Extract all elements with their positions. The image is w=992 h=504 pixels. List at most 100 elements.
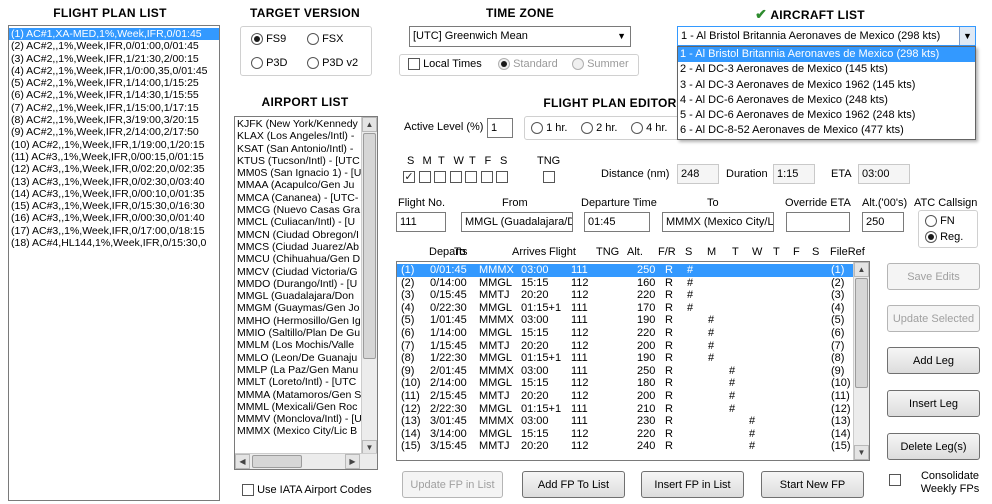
flight-plan-item[interactable]: (1) AC#1,XA-MED,1%,Week,IFR,0/01:45 <box>9 28 219 41</box>
airport-list-hscroll[interactable]: ◀ ▶ <box>235 453 377 469</box>
airport-item[interactable]: MMMX (Mexico City/Lic B <box>235 425 361 437</box>
airport-item[interactable]: MMAA (Acapulco/Gen Ju <box>235 179 361 191</box>
flight-plan-item[interactable]: (14) AC#3,,1%,Week,IFR,0/00:10,0/01:35 <box>9 188 219 200</box>
flight-plan-item[interactable]: (17) AC#3,,1%,Week,IFR,0/17:00,0/18:15 <box>9 225 219 237</box>
legs-table-row[interactable]: (9) 2/01:45 MMMX 03:00 111 250 R (9) # <box>397 365 853 378</box>
radio-p3d[interactable]: P3D <box>251 57 287 70</box>
flight-plan-list[interactable]: (1) AC#1,XA-MED,1%,Week,IFR,0/01:45 (2) A… <box>8 25 220 501</box>
legs-vscroll[interactable]: ▲ ▼ <box>853 262 869 460</box>
airport-item[interactable]: KSAT (San Antonio/Intl) - <box>235 143 361 155</box>
airport-item[interactable]: MMGM (Guaymas/Gen Jo <box>235 302 361 314</box>
altitude-input[interactable]: 250 <box>862 212 904 232</box>
legs-table-row[interactable]: (1) 0/01:45 MMMX 03:00 111 250 R (1) # <box>397 264 853 277</box>
airport-item[interactable]: MMGL (Guadalajara/Don <box>235 290 361 302</box>
airport-item[interactable]: MMCL (Culiacan/Intl) - [U <box>235 216 361 228</box>
insert-leg-button[interactable]: Insert Leg <box>887 390 980 417</box>
aircraft-option[interactable]: 3 - Al DC-3 Aeronaves de Mexico 1962 (14… <box>678 78 975 93</box>
flight-no-input[interactable]: 111 <box>396 212 446 232</box>
legs-table-row[interactable]: (10) 2/14:00 MMGL 15:15 112 180 R (10) # <box>397 377 853 390</box>
legs-table-row[interactable]: (14) 3/14:00 MMGL 15:15 112 220 R (14) # <box>397 428 853 441</box>
airport-item[interactable]: MMDO (Durango/Intl) - [U <box>235 278 361 290</box>
scroll-up-icon[interactable]: ▲ <box>362 117 377 132</box>
legs-table-row[interactable]: (3) 0/15:45 MMTJ 20:20 112 220 R (3) # <box>397 289 853 302</box>
day-checkbox[interactable] <box>449 171 462 183</box>
local-times-checkbox[interactable]: Local Times <box>408 58 482 71</box>
legs-table-row[interactable]: (11) 2/15:45 MMTJ 20:20 112 200 R (11) # <box>397 390 853 403</box>
airport-item[interactable]: KJFK (New York/Kennedy <box>235 118 361 130</box>
day-checkbox[interactable] <box>496 171 508 183</box>
airport-item[interactable]: MMCV (Ciudad Victoria/G <box>235 266 361 278</box>
airport-item[interactable]: MMLM (Los Mochis/Valle <box>235 339 361 351</box>
airport-item[interactable]: KTUS (Tucson/Intl) - [UTC <box>235 155 361 167</box>
airport-item[interactable]: MMHO (Hermosillo/Gen Ig <box>235 315 361 327</box>
add-fp-button[interactable]: Add FP To List <box>522 471 625 498</box>
timezone-select[interactable]: [UTC] Greenwich Mean ▼ <box>409 26 631 47</box>
flight-plan-item[interactable]: (16) AC#3,,1%,Week,IFR,0/00:30,0/01:40 <box>9 212 219 224</box>
start-new-fp-button[interactable]: Start New FP <box>761 471 864 498</box>
airport-item[interactable]: MMCS (Ciudad Juarez/Ab <box>235 241 361 253</box>
radio-fn[interactable]: FN <box>925 215 955 228</box>
scroll-left-icon[interactable]: ◀ <box>235 454 250 469</box>
airport-item[interactable]: MMCN (Ciudad Obregon/I <box>235 229 361 241</box>
override-eta-input[interactable] <box>786 212 850 232</box>
scroll-right-icon[interactable]: ▶ <box>345 454 360 469</box>
flight-plan-item[interactable]: (4) AC#2,,1%,Week,IFR,1/0:00,35,0/01:45 <box>9 65 219 77</box>
radio-fs9[interactable]: FS9 <box>251 33 286 46</box>
legs-table-row[interactable]: (5) 1/01:45 MMMX 03:00 111 190 R (5) # <box>397 314 853 327</box>
flight-plan-item[interactable]: (5) AC#2,,1%,Week,IFR,1/14:00,1/15:25 <box>9 77 219 89</box>
airport-list-vscroll[interactable]: ▲ ▼ <box>361 117 377 455</box>
aircraft-chevron-down-icon[interactable]: ▼ <box>959 27 975 45</box>
flight-plan-item[interactable]: (7) AC#2,,1%,Week,IFR,1/15:00,1/17:15 <box>9 102 219 114</box>
aircraft-select[interactable]: 1 - Al Bristol Britannia Aeronaves de Me… <box>677 26 976 46</box>
legs-table[interactable]: (1) 0/01:45 MMMX 03:00 111 250 R (1) # (2) 0/14:00… <box>396 261 870 461</box>
save-edits-button[interactable]: Save Edits <box>887 263 980 290</box>
airport-item[interactable]: MMMV (Monclova/Intl) - [U <box>235 413 361 425</box>
airport-item[interactable]: MMIO (Saltillo/Plan De Gu <box>235 327 361 339</box>
flight-plan-item[interactable]: (11) AC#3,,1%,Week,IFR,0/00:15,0/01:15 <box>9 151 219 163</box>
airport-item[interactable]: MMMA (Matamoros/Gen S <box>235 389 361 401</box>
flight-plan-item[interactable]: (10) AC#2,,1%,Week,IFR,1/19:00,1/20:15 <box>9 139 219 151</box>
day-checkbox[interactable] <box>434 171 446 183</box>
legs-table-row[interactable]: (2) 0/14:00 MMGL 15:15 112 160 R (2) # <box>397 277 853 290</box>
radio-1hr[interactable]: 1 hr. <box>531 122 567 135</box>
update-selected-button[interactable]: Update Selected <box>887 305 980 332</box>
radio-standard[interactable]: Standard <box>498 58 558 71</box>
add-leg-button[interactable]: Add Leg <box>887 347 980 374</box>
legs-table-row[interactable]: (15) 3/15:45 MMTJ 20:20 112 240 R (15) # <box>397 440 853 453</box>
consolidate-checkbox[interactable] <box>889 474 901 487</box>
insert-fp-button[interactable]: Insert FP in List <box>641 471 744 498</box>
legs-scroll-thumb[interactable] <box>855 278 868 388</box>
aircraft-option[interactable]: 6 - Al DC-8-52 Aeronaves de Mexico (477 … <box>678 123 975 138</box>
radio-summer[interactable]: Summer <box>572 58 629 71</box>
scroll-thumb[interactable] <box>363 133 376 359</box>
aircraft-option[interactable]: 2 - Al DC-3 Aeronaves de Mexico (145 kts… <box>678 62 975 77</box>
aircraft-option[interactable]: 4 - Al DC-6 Aeronaves de Mexico (248 kts… <box>678 93 975 108</box>
aircraft-option[interactable]: 5 - Al DC-6 Aeronaves de Mexico 1962 (24… <box>678 108 975 123</box>
legs-table-row[interactable]: (7) 1/15:45 MMTJ 20:20 112 200 R (7) # <box>397 340 853 353</box>
day-checkbox[interactable] <box>480 171 493 183</box>
airport-item[interactable]: MMCU (Chihuahua/Gen D <box>235 253 361 265</box>
airport-item[interactable]: MMML (Mexicali/Gen Roc <box>235 401 361 413</box>
flight-plan-item[interactable]: (13) AC#3,,1%,Week,IFR,0/02:30,0/03:40 <box>9 176 219 188</box>
legs-table-row[interactable]: (4) 0/22:30 MMGL 01:15+1 111 170 R (4) # <box>397 302 853 315</box>
flight-plan-item[interactable]: (8) AC#2,,1%,Week,IFR,3/19:00,3/20:15 <box>9 114 219 126</box>
departure-time-input[interactable]: 01:45 <box>584 212 650 232</box>
delete-legs-button[interactable]: Delete Leg(s) <box>887 433 980 460</box>
airport-item[interactable]: MMCG (Nuevo Casas Gra <box>235 204 361 216</box>
from-input[interactable]: MMGL (Guadalajara/D <box>461 212 573 232</box>
active-level-input[interactable]: 1 <box>487 118 513 138</box>
radio-2hr[interactable]: 2 hr. <box>581 122 617 135</box>
flight-plan-item[interactable]: (12) AC#3,,1%,Week,IFR,0/02:20,0/02:35 <box>9 163 219 175</box>
airport-item[interactable]: MMLT (Loreto/Intl) - [UTC <box>235 376 361 388</box>
hscroll-thumb[interactable] <box>252 455 302 468</box>
airport-item[interactable]: MMLP (La Paz/Gen Manu <box>235 364 361 376</box>
flight-plan-item[interactable]: (3) AC#2,,1%,Week,IFR,1/21:30,2/00:15 <box>9 53 219 65</box>
radio-4hr[interactable]: 4 hr. <box>631 122 667 135</box>
airport-list[interactable]: KJFK (New York/Kennedy KLAX (Los Angeles/… <box>234 116 378 470</box>
aircraft-option[interactable]: 1 - Al Bristol Britannia Aeronaves de Me… <box>678 47 975 63</box>
flight-plan-item[interactable]: (2) AC#2,,1%,Week,IFR,0/01:00,0/01:45 <box>9 40 219 52</box>
legs-scroll-down-icon[interactable]: ▼ <box>854 445 869 460</box>
to-input[interactable]: MMMX (Mexico City/L <box>662 212 774 232</box>
flight-plan-item[interactable]: (18) AC#4,HL144,1%,Week,IFR,0/15:30,0 <box>9 237 219 249</box>
airport-item[interactable]: MM0S (San Ignacio 1) - [U <box>235 167 361 179</box>
